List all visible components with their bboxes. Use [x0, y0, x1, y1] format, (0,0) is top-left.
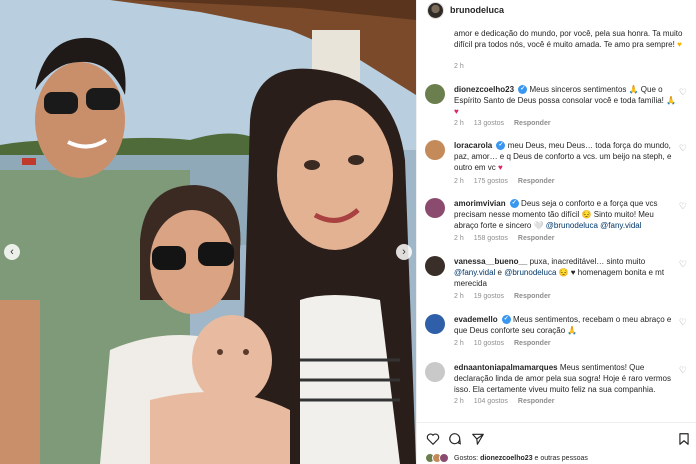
likes-suffix: e outras pessoas [532, 454, 588, 462]
comment-body: amorimvivian ✓ Deus seja o conforto e a … [454, 198, 679, 231]
verified-badge-icon: ✓ [518, 85, 528, 95]
comment-likes[interactable]: 158 gostos [474, 235, 508, 242]
reply-button[interactable]: Responder [514, 293, 551, 300]
comment-time: 2 h [454, 398, 464, 405]
comment-time: 2 h [454, 340, 464, 347]
comment-icon[interactable] [448, 432, 462, 446]
heart-icon[interactable]: ♡ [679, 366, 687, 375]
comment-username[interactable]: dionezcoelho23 [454, 85, 514, 94]
comment-time: 2 h [454, 235, 464, 242]
comments-panel: brunodeluca amor e dedicação do mundo, p… [416, 0, 696, 464]
comment-item: ednaantoniapalmamarques Meus sentimentos… [425, 362, 696, 410]
verified-badge-icon: ✓ [501, 315, 511, 325]
heart-icon[interactable]: ♡ [679, 88, 687, 97]
reply-button[interactable]: Responder [514, 120, 551, 127]
avatar[interactable] [425, 140, 445, 160]
comment-body: loracarola ✓ meu Deus, meu Deus… toda fo… [454, 140, 679, 173]
comment-body: vanessa__bueno__ puxa, inacreditável… si… [454, 256, 679, 289]
reply-button[interactable]: Responder [518, 178, 555, 185]
comment-body: ednaantoniapalmamarques Meus sentimentos… [454, 362, 679, 395]
likes-summary[interactable]: Gostos: dionezcoelho23 e outras pessoas [425, 453, 588, 463]
comment-username[interactable]: ednaantoniapalmamarques [454, 363, 558, 372]
caption-heart-emoji: ♥ [677, 40, 682, 49]
comment-meta: 2 h 104 gostos Responder [454, 398, 562, 405]
comment-item: evademello ✓ Meus sentimentos, recebam o… [425, 314, 696, 350]
likes-summary-text: Gostos: dionezcoelho23 e outras pessoas [454, 455, 588, 462]
comment-time: 2 h [454, 178, 464, 185]
heart-icon[interactable]: ♡ [679, 318, 687, 327]
comment-likes[interactable]: 175 gostos [474, 178, 508, 185]
heart-icon[interactable]: ♡ [679, 260, 687, 269]
post-photo[interactable]: ‹ › [0, 0, 416, 464]
likes-user[interactable]: dionezcoelho23 [480, 455, 533, 462]
reply-button[interactable]: Responder [518, 235, 555, 242]
comment-meta: 2 h 175 gostos Responder [454, 178, 562, 185]
reply-button[interactable]: Responder [514, 340, 551, 347]
comment-item: vanessa__bueno__ puxa, inacreditável… si… [425, 256, 696, 302]
heart-icon[interactable] [426, 432, 440, 446]
heart-emoji: ♥ [454, 107, 459, 116]
comment-meta: 2 h 158 gostos Responder [454, 235, 562, 242]
mention-link[interactable]: @brunodeluca [546, 221, 598, 230]
bookmark-icon[interactable] [677, 432, 691, 446]
avatar[interactable] [425, 198, 445, 218]
chevron-left-icon[interactable]: ‹ [4, 244, 20, 260]
comment-item: amorimvivian ✓ Deus seja o conforto e a … [425, 198, 696, 244]
avatar[interactable] [427, 1, 444, 19]
comment-body: evademello ✓ Meus sentimentos, recebam o… [454, 314, 679, 336]
chevron-right-icon[interactable]: › [396, 244, 412, 260]
comment-item: dionezcoelho23 ✓ Meus sinceros sentiment… [425, 84, 696, 129]
post-header: brunodeluca [417, 0, 696, 20]
avatar [439, 453, 449, 463]
heart-icon[interactable]: ♡ [679, 144, 687, 153]
comment-likes[interactable]: 10 gostos [474, 340, 504, 347]
heart-emoji: ♥ [498, 163, 503, 172]
avatar[interactable] [425, 256, 445, 276]
action-bar [417, 422, 696, 454]
comment-likes[interactable]: 104 gostos [474, 398, 508, 405]
avatar[interactable] [425, 362, 445, 382]
comment-time: 2 h [454, 120, 464, 127]
comment-text-conjunction: e [495, 268, 505, 277]
comment-meta: 2 h 10 gostos Responder [454, 340, 559, 347]
mention-link[interactable]: @brunodeluca [504, 268, 556, 277]
verified-badge-icon: ✓ [509, 199, 519, 209]
caption-time: 2 h [454, 63, 464, 70]
post-caption: amor e dedicação do mundo, por você, pel… [454, 28, 694, 50]
comment-username[interactable]: amorimvivian [454, 199, 506, 208]
comment-time: 2 h [454, 293, 464, 300]
mention-link[interactable]: @fany.vidal [600, 221, 641, 230]
post-author-username[interactable]: brunodeluca [450, 5, 504, 15]
family-photo-illustration [0, 0, 416, 464]
share-icon[interactable] [471, 432, 485, 446]
comment-body: dionezcoelho23 ✓ Meus sinceros sentiment… [454, 84, 679, 117]
mention-link[interactable]: @fany.vidal [454, 268, 495, 277]
comment-username[interactable]: vanessa__bueno__ [454, 257, 527, 266]
avatar[interactable] [425, 314, 445, 334]
likes-prefix: Gostos: [454, 454, 481, 462]
comment-username[interactable]: evademello [454, 315, 498, 324]
heart-icon[interactable]: ♡ [679, 202, 687, 211]
comment-likes[interactable]: 13 gostos [474, 120, 504, 127]
avatar[interactable] [425, 84, 445, 104]
comment-meta: 2 h 19 gostos Responder [454, 293, 559, 300]
comment-text: puxa, inacreditável… sinto muito [527, 257, 646, 266]
reply-button[interactable]: Responder [518, 398, 555, 405]
comment-item: loracarola ✓ meu Deus, meu Deus… toda fo… [425, 140, 696, 186]
caption-text: amor e dedicação do mundo, por você, pel… [454, 29, 683, 49]
comment-meta: 2 h 13 gostos Responder [454, 120, 559, 127]
comment-username[interactable]: loracarola [454, 141, 492, 150]
comment-likes[interactable]: 19 gostos [474, 293, 504, 300]
